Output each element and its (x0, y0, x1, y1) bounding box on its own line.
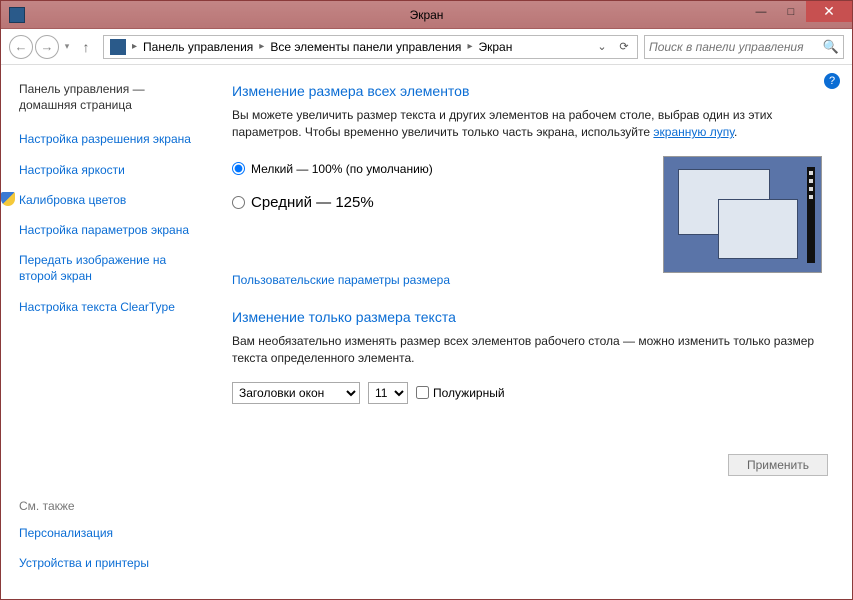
bold-checkbox-input[interactable] (416, 386, 429, 399)
apply-button[interactable]: Применить (728, 454, 828, 476)
back-button[interactable]: ← (9, 35, 33, 59)
minimize-button[interactable]: — (746, 1, 776, 22)
main-content: Изменение размера всех элементов Вы може… (216, 65, 852, 599)
element-select[interactable]: Заголовки окон (232, 382, 360, 404)
desc-resize-all: Вы можете увеличить размер текста и друг… (232, 107, 828, 142)
maximize-button[interactable]: □ (776, 1, 806, 22)
history-dropdown[interactable]: ▾ (61, 41, 73, 52)
sidebar-home[interactable]: Панель управления — домашняя страница (19, 81, 202, 113)
radio-small-label: Мелкий — 100% (по умолчанию) (251, 162, 433, 176)
close-button[interactable]: ✕ (806, 1, 852, 22)
radio-medium-label: Средний — 125% (251, 194, 374, 211)
radio-medium-input[interactable] (232, 196, 245, 209)
chevron-right-icon[interactable]: ▸ (130, 41, 139, 52)
chevron-right-icon[interactable]: ▸ (465, 41, 474, 52)
sidebar-calibration-label: Калибровка цветов (19, 192, 126, 208)
sidebar: Панель управления — домашняя страница На… (1, 65, 216, 599)
address-bar[interactable]: ▸ Панель управления ▸ Все элементы панел… (103, 35, 638, 59)
shield-icon (1, 192, 15, 206)
navbar: ← → ▾ ↑ ▸ Панель управления ▸ Все элемен… (1, 29, 852, 65)
size-select[interactable]: 11 (368, 382, 408, 404)
titlebar: Экран — □ ✕ (1, 1, 852, 29)
breadcrumb-display[interactable]: Экран (474, 40, 516, 54)
sidebar-params[interactable]: Настройка параметров экрана (19, 222, 202, 238)
location-icon (110, 39, 126, 55)
chevron-right-icon[interactable]: ▸ (257, 41, 266, 52)
sidebar-cleartype[interactable]: Настройка текста ClearType (19, 299, 202, 315)
app-icon (9, 7, 25, 23)
search-box[interactable]: 🔍 (644, 35, 844, 59)
custom-size-link[interactable]: Пользовательские параметры размера (232, 273, 450, 287)
up-button[interactable]: ↑ (75, 36, 97, 58)
preview-image (663, 156, 822, 273)
sidebar-devices[interactable]: Устройства и принтеры (19, 555, 202, 571)
sidebar-brightness[interactable]: Настройка яркости (19, 162, 202, 178)
sidebar-personalization[interactable]: Персонализация (19, 525, 202, 541)
breadcrumb-control-panel[interactable]: Панель управления (139, 40, 257, 54)
breadcrumb-all-items[interactable]: Все элементы панели управления (266, 40, 465, 54)
radio-medium[interactable]: Средний — 125% (232, 194, 663, 211)
radio-small-input[interactable] (232, 162, 245, 175)
bold-checkbox[interactable]: Полужирный (416, 386, 505, 400)
window-title: Экран (410, 8, 444, 22)
radio-small[interactable]: Мелкий — 100% (по умолчанию) (232, 162, 663, 176)
sidebar-resolution[interactable]: Настройка разрешения экрана (19, 131, 202, 147)
forward-button[interactable]: → (35, 35, 59, 59)
refresh-button[interactable]: ⟳ (613, 40, 635, 53)
sidebar-calibration[interactable]: Калибровка цветов (19, 192, 202, 208)
sidebar-project[interactable]: Передать изображение на второй экран (19, 252, 202, 284)
heading-resize-all: Изменение размера всех элементов (232, 83, 828, 99)
see-also-heading: См. также (19, 499, 202, 513)
heading-text-only: Изменение только размера текста (232, 309, 828, 325)
search-icon[interactable]: 🔍 (823, 39, 839, 55)
bold-checkbox-label: Полужирный (433, 386, 505, 400)
search-input[interactable] (649, 40, 823, 54)
address-dropdown[interactable]: ⌄ (591, 40, 613, 53)
desc-text-only: Вам необязательно изменять размер всех э… (232, 333, 828, 368)
magnifier-link[interactable]: экранную лупу (653, 125, 734, 139)
